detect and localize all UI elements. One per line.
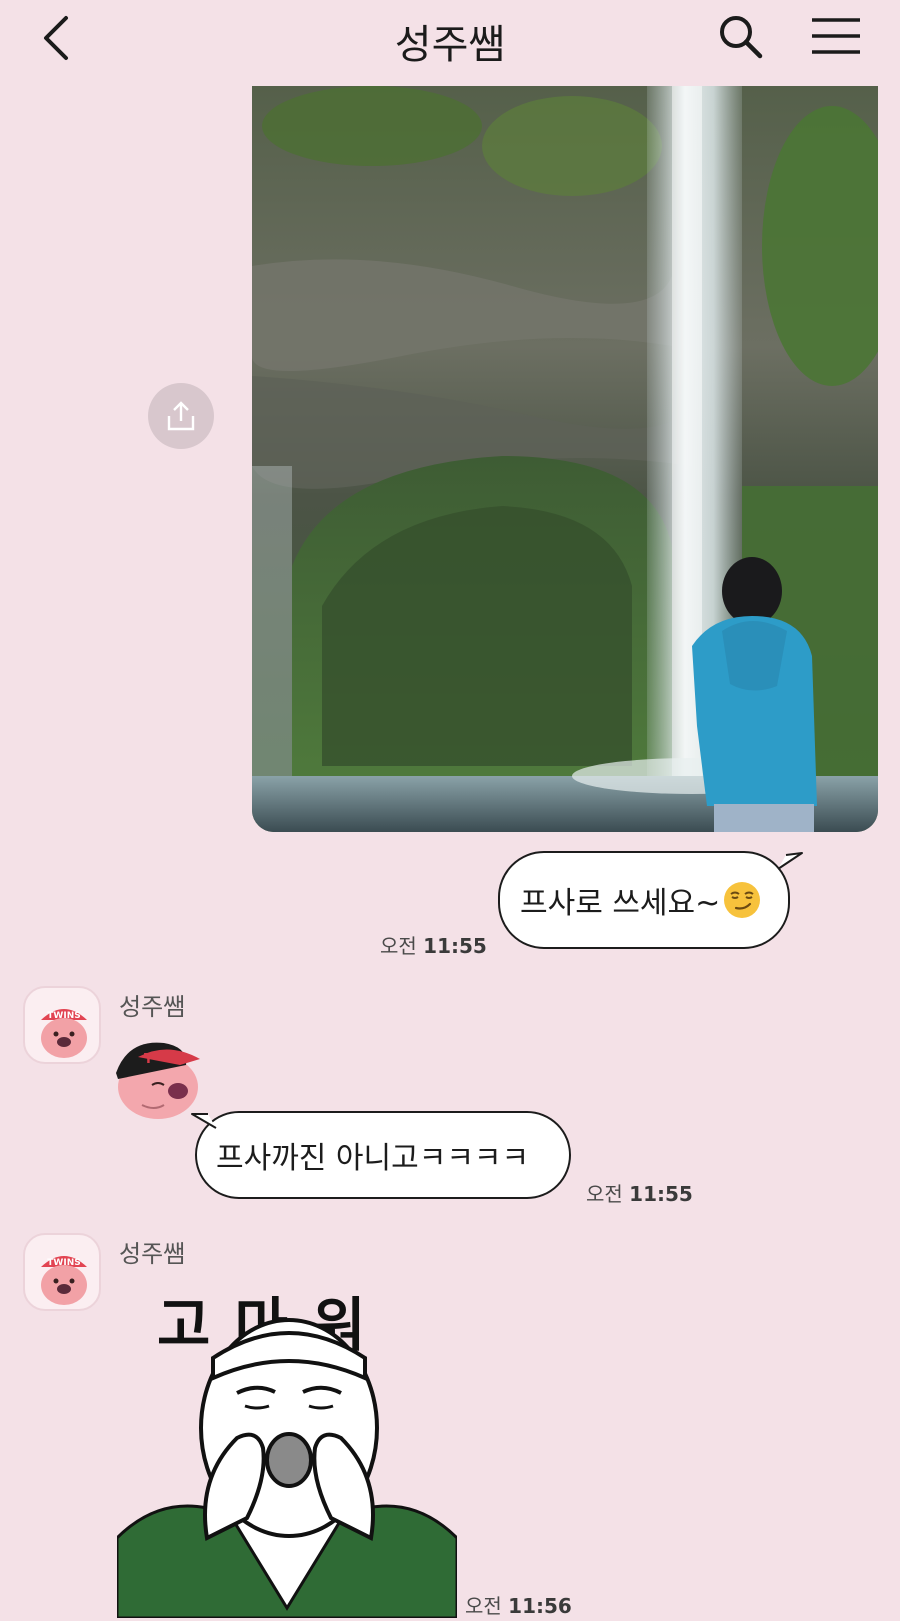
message-timestamp: 오전 11:55 (380, 934, 487, 958)
outgoing-bubble-tail (777, 852, 803, 870)
share-button[interactable] (148, 383, 214, 449)
search-button[interactable] (716, 12, 766, 62)
sender-name: 성주쌤 (119, 1240, 186, 1268)
incoming-bubble-tail (191, 1113, 217, 1129)
message-timestamp: 오전 11:55 (586, 1182, 693, 1206)
smirk-emoji-icon (724, 882, 761, 918)
avatar[interactable]: TWINS (23, 986, 101, 1064)
search-icon (720, 16, 763, 59)
thank-you-shouting-sticker[interactable]: 고 마 워 (117, 1278, 457, 1618)
menu-button[interactable] (808, 12, 864, 62)
waterfall-photo[interactable] (252, 86, 878, 832)
beaver-cap-sticker[interactable]: T (108, 1035, 204, 1121)
incoming-message-bubble[interactable]: 프사까진 아니고ㅋㅋㅋㅋ (195, 1111, 571, 1199)
svg-text:T: T (144, 1052, 153, 1067)
avatar[interactable]: TWINS (23, 1233, 101, 1311)
waterfall-photo-image (252, 86, 878, 832)
message-timestamp: 오전 11:56 (465, 1594, 572, 1618)
beaver-avatar-icon: TWINS (41, 1256, 87, 1305)
outgoing-message-bubble[interactable]: 프사로 쓰세요~ (498, 851, 790, 949)
beaver-avatar-icon: TWINS (41, 1009, 87, 1058)
incoming-message-text: 프사까진 아니고ㅋㅋㅋㅋ (216, 1141, 530, 1176)
outgoing-message-text: 프사로 쓰세요~ (520, 886, 721, 921)
hamburger-menu-icon (812, 18, 860, 54)
chat-header: 성주쌤 (0, 0, 900, 78)
share-upload-icon (167, 401, 195, 431)
sender-name: 성주쌤 (119, 993, 186, 1021)
